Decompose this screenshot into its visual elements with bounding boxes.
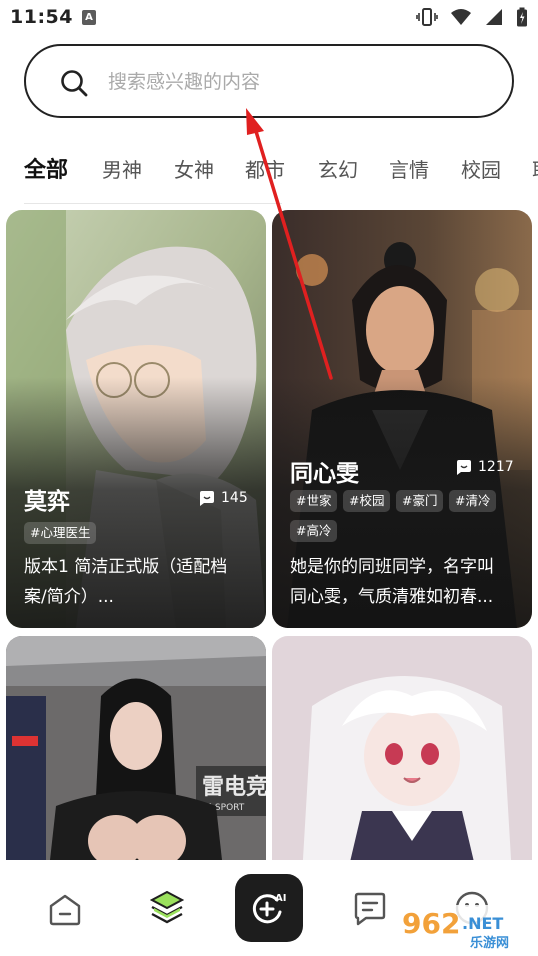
description-line: 版本1 简洁正式版（适配档 [24,557,228,577]
tab-female-god[interactable]: 女神 [174,154,214,183]
tag-chip: #心理医生 [24,522,97,544]
chat-count-value: 145 [221,490,248,506]
character-description: 版本1 简洁正式版（适配档 案/简介）... [24,552,264,612]
description-line: 同心雯，气质清雅如初春... [290,587,494,607]
sign-text: 雷电竞 [202,774,266,800]
ai-create-button[interactable]: AI [235,874,303,942]
tab-urban[interactable]: 都市 [245,154,285,183]
chat-bubble-icon [200,490,214,506]
character-portrait [272,636,532,896]
message-icon[interactable] [352,892,388,926]
character-card[interactable]: 同心雯 1217 #世家 #校园 #豪门 #清冷 #高冷 她是你的同班同学，名字… [272,210,532,628]
character-card[interactable]: 莫弈 145 #心理医生 版本1 简洁正式版（适配档 案/简介）... [6,210,266,628]
tag-chip: #豪门 [396,490,444,512]
description-line: 她是你的同班同学，名字叫 [290,557,494,577]
chat-count: 1217 [456,459,514,475]
site-watermark: 962 .NET 乐游网 [398,905,530,951]
status-time: 11:54 [10,6,73,28]
status-bar: 11:54 A [0,0,538,36]
status-icons [416,7,528,27]
search-icon [61,70,88,97]
category-tabs: 全部 男神 女神 都市 玄幻 言情 校园 耶 [0,150,538,190]
character-card[interactable] [272,636,532,896]
tab-all[interactable]: 全部 [24,152,68,184]
tab-fantasy[interactable]: 玄幻 [318,154,358,183]
watermark-label: 乐游网 [470,935,509,951]
tag-chip: #校园 [343,490,391,512]
watermark-suffix: .NET [462,914,503,933]
tag-chip: #清冷 [449,490,497,512]
home-icon[interactable] [48,894,82,926]
watermark-number: 962 [402,907,460,940]
chat-count: 145 [199,490,248,506]
character-portrait: 雷电竞 E-SPORT [6,636,266,896]
character-card[interactable]: 雷电竞 E-SPORT [6,636,266,896]
chat-count-value: 1217 [478,459,514,475]
character-description: 她是你的同班同学，名字叫 同心雯，气质清雅如初春... [290,552,530,612]
chat-bubble-icon [457,459,471,475]
ai-create-icon: AI [252,893,286,924]
search-bar[interactable] [24,44,514,118]
app-notification-icon: A [82,10,96,25]
ai-badge: AI [275,893,286,904]
battery-icon [517,7,527,27]
tab-divider [24,203,282,204]
tab-more[interactable]: 耶 [532,154,538,183]
tab-romance[interactable]: 言情 [389,154,429,183]
tab-male-god[interactable]: 男神 [102,154,142,183]
search-input[interactable] [108,65,488,99]
wifi-icon [451,9,471,25]
watermark-logo: 962 .NET 乐游网 [398,905,530,951]
tag-chip: #世家 [290,490,338,512]
discover-icon[interactable] [150,890,184,926]
description-line: 案/简介）... [24,587,114,607]
tag-chip: #高冷 [290,520,338,542]
character-name: 莫弈 [24,489,70,515]
character-name: 同心雯 [290,461,359,487]
vibrate-icon [416,8,438,26]
signal-icon [486,9,502,25]
tab-campus[interactable]: 校园 [461,154,501,183]
